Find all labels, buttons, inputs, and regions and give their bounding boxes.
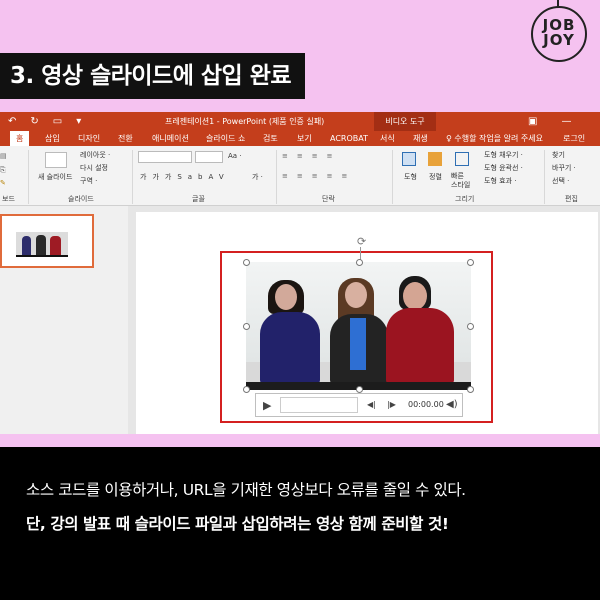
slideshow-icon[interactable]: ▭ — [53, 112, 62, 131]
resize-handle-top-right[interactable] — [467, 259, 474, 266]
resize-handle-top[interactable] — [356, 259, 363, 266]
ribbon-separator — [132, 150, 133, 204]
ribbon-separator — [276, 150, 277, 204]
person-middle-face — [345, 282, 367, 308]
font-size-box[interactable] — [195, 151, 223, 163]
video-tools-label: 비디오 도구 — [374, 112, 436, 131]
group-slides-label: 슬라이드 — [68, 195, 94, 203]
caption-line-1: 소스 코드를 이용하거나, URL을 기재한 영상보다 오류를 줄일 수 있다. — [26, 481, 466, 499]
resize-handle-top-left[interactable] — [243, 259, 250, 266]
redo-icon[interactable]: ↻ — [30, 112, 38, 131]
tell-me-search[interactable]: ♀ 수행할 작업을 알려 주세요 — [446, 131, 543, 146]
resize-handle-bottom[interactable] — [356, 386, 363, 393]
replace-button[interactable]: 바꾸기 · — [552, 163, 576, 173]
reset-button[interactable]: 다시 설정 — [80, 163, 108, 173]
font-aa-button[interactable]: Aa · — [228, 152, 242, 160]
quick-styles-button[interactable]: 빠른 스타일 — [451, 172, 470, 190]
tab-review[interactable]: 검토 — [263, 131, 278, 146]
slide-thumbnail-panel — [0, 206, 128, 434]
tab-home[interactable]: 홈 — [10, 131, 30, 146]
shape-outline-button[interactable]: 도형 윤곽선 · — [484, 163, 523, 173]
shape-fill-button[interactable]: 도형 채우기 · — [484, 150, 523, 160]
play-icon[interactable]: ▶ — [263, 399, 271, 412]
tab-animations[interactable]: 애니메이션 — [152, 131, 189, 146]
tab-transitions[interactable]: 전환 — [118, 131, 133, 146]
select-button[interactable]: 선택 · — [552, 176, 569, 186]
resize-handle-right[interactable] — [467, 323, 474, 330]
logo-line2: JOY — [543, 31, 575, 49]
group-font-label: 글꼴 — [192, 195, 205, 203]
quick-access-toolbar: ↶ ↻ ▭ ▾ — [8, 112, 81, 131]
tab-playback[interactable]: 재생 — [413, 131, 428, 146]
copy-icon[interactable]: ⎘ — [0, 166, 6, 175]
ribbon-separator — [392, 150, 393, 204]
undo-icon[interactable]: ↶ — [8, 112, 16, 131]
tab-insert[interactable]: 삽입 — [45, 131, 60, 146]
tab-slideshow[interactable]: 슬라이드 쇼 — [206, 131, 245, 146]
align-buttons[interactable]: ≡≡≡≡≡ — [282, 172, 356, 180]
layout-button[interactable]: 레이아웃 · — [80, 150, 110, 160]
group-drawing-label: 그리기 — [455, 195, 475, 203]
person-right-body — [386, 308, 454, 384]
ribbon: ▤ ⎘ ✎ 보드 새 슬라이드 레이아웃 · 다시 설정 구역 · 슬라이드 A… — [0, 146, 600, 206]
shape-effects-button[interactable]: 도형 효과 · — [484, 176, 516, 186]
person-right-face — [403, 282, 427, 310]
group-editing-label: 편집 — [565, 195, 578, 203]
person-middle-shirt — [350, 318, 366, 370]
format-painter-icon[interactable]: ✎ — [0, 179, 6, 187]
group-clipboard-label: 보드 — [2, 195, 15, 203]
group-paragraph-label: 단락 — [322, 195, 335, 203]
slide-thumbnail[interactable] — [0, 214, 94, 268]
tab-format[interactable]: 서식 — [380, 131, 395, 146]
resize-handle-left[interactable] — [243, 323, 250, 330]
ribbon-options-icon[interactable]: ▣ — [528, 112, 537, 131]
video-frame[interactable] — [246, 262, 471, 390]
paste-icon[interactable]: ▤ — [0, 152, 7, 160]
new-slide-icon[interactable] — [45, 152, 67, 168]
customize-icon[interactable]: ▾ — [76, 112, 81, 131]
resize-handle-bottom-left[interactable] — [243, 386, 250, 393]
arrange-icon[interactable] — [428, 152, 442, 166]
find-button[interactable]: 찾기 — [552, 150, 565, 160]
font-color-button[interactable]: 가 · — [252, 172, 263, 182]
ribbon-tabs: 홈 삽입 디자인 전환 애니메이션 슬라이드 쇼 검토 보기 ACROBAT 서… — [0, 131, 600, 146]
seek-bar[interactable] — [280, 397, 358, 413]
minimize-icon[interactable]: — — [561, 112, 571, 131]
caption-line-2: 단, 강의 발표 때 슬라이드 파일과 삽입하려는 영상 함께 준비할 것! — [26, 515, 449, 533]
window-controls: ▣ — — [528, 112, 571, 131]
title-bar: ↶ ↻ ▭ ▾ 프레젠테이션1 - PowerPoint (제품 인증 실패) … — [0, 112, 600, 131]
arrange-button[interactable]: 정렬 — [429, 172, 442, 182]
tab-design[interactable]: 디자인 — [78, 131, 100, 146]
font-name-box[interactable] — [138, 151, 192, 163]
step-forward-icon[interactable]: |▶ — [387, 400, 396, 409]
new-slide-button[interactable]: 새 슬라이드 — [38, 172, 72, 182]
tab-view[interactable]: 보기 — [297, 131, 312, 146]
jobjoy-logo: JOB JOY — [531, 6, 587, 62]
thumbnail-video-image — [16, 232, 68, 257]
window-title: 프레젠테이션1 - PowerPoint (제품 인증 실패) — [165, 117, 325, 126]
step-back-icon[interactable]: ◀| — [367, 400, 376, 409]
ribbon-separator — [28, 150, 29, 204]
section-button[interactable]: 구역 · — [80, 176, 97, 186]
media-controls: ▶ ◀| |▶ 00:00.00 ◀) — [255, 393, 463, 417]
quick-styles-icon[interactable] — [455, 152, 469, 166]
login-link[interactable]: 로그인 — [563, 131, 585, 146]
rotate-handle-icon[interactable]: ⟳ — [357, 236, 366, 247]
tab-acrobat[interactable]: ACROBAT — [330, 131, 368, 146]
resize-handle-bottom-right[interactable] — [467, 386, 474, 393]
list-buttons[interactable]: ≡≡≡≡ — [282, 152, 341, 160]
person-left-body — [260, 312, 320, 384]
volume-icon[interactable]: ◀) — [446, 399, 458, 410]
person-left-face — [275, 284, 297, 310]
step-heading: 3. 영상 슬라이드에 삽입 완료 — [0, 53, 306, 99]
shape-button[interactable]: 도형 — [404, 172, 417, 182]
shapes-icon[interactable] — [402, 152, 416, 166]
ribbon-separator — [544, 150, 545, 204]
font-format-buttons[interactable]: 가가가SabAV — [140, 172, 230, 182]
time-display: 00:00.00 — [408, 400, 444, 409]
